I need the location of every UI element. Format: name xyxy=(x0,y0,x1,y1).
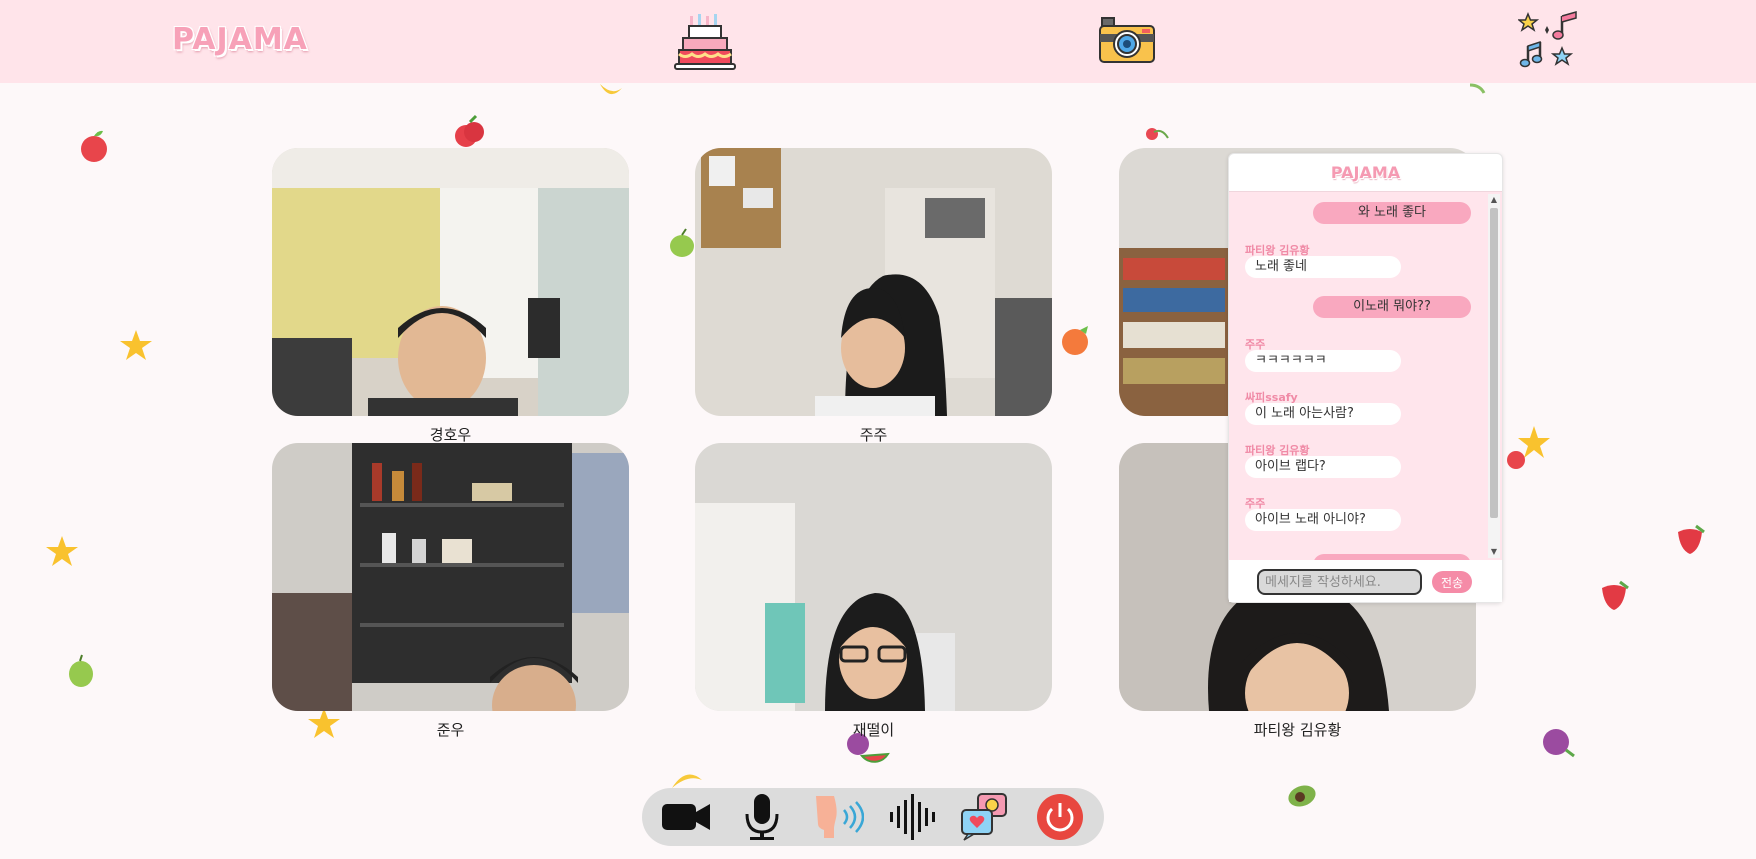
send-button[interactable]: 전송 xyxy=(1432,571,1472,593)
message-input[interactable] xyxy=(1257,569,1422,595)
other-message: 아이브 랩다? xyxy=(1245,456,1401,478)
avocado-icon xyxy=(1284,778,1320,814)
participant-name: 재떨이 xyxy=(852,721,895,739)
other-message: 이 노래 아는사람? xyxy=(1245,403,1401,425)
star-fruit-icon xyxy=(1504,424,1552,472)
top-bar: PAJAMA xyxy=(0,0,1756,83)
scroll-up-icon[interactable]: ▲ xyxy=(1488,194,1500,206)
birthday-cake-icon[interactable] xyxy=(673,10,737,72)
other-message: 아이브 노래 아니야? xyxy=(1245,509,1401,531)
star-fruit-icon xyxy=(118,328,154,364)
video-tile[interactable] xyxy=(272,443,629,711)
other-message: 노래 좋네 xyxy=(1245,256,1401,278)
voice-filter-icon[interactable] xyxy=(812,792,865,842)
control-bar xyxy=(642,788,1104,846)
chat-logo: PAJAMA xyxy=(1229,154,1502,192)
my-message: 와 노래 좋다 xyxy=(1313,202,1471,224)
banana-icon xyxy=(598,80,624,102)
video-tile[interactable] xyxy=(695,148,1052,416)
video-tile[interactable] xyxy=(695,443,1052,711)
grape-icon xyxy=(1540,724,1576,760)
microphone-icon[interactable] xyxy=(736,792,788,842)
chat-bubbles-icon[interactable] xyxy=(958,792,1010,842)
other-message: ㅋㅋㅋㅋㅋㅋ xyxy=(1245,350,1401,372)
logo[interactable]: PAJAMA xyxy=(172,22,308,57)
leaf-icon xyxy=(1468,80,1486,94)
chat-panel: PAJAMA 와 노래 좋다 파티왕 김유황 노래 좋네 이노래 뭐야?? 주주… xyxy=(1228,153,1503,603)
orange-icon xyxy=(1058,322,1094,358)
scroll-thumb[interactable] xyxy=(1490,208,1498,518)
camera-icon[interactable] xyxy=(1096,14,1158,68)
participant-name: 준우 xyxy=(436,721,465,739)
video-camera-icon[interactable] xyxy=(660,792,712,842)
chat-scrollbar[interactable]: ▲ ▼ xyxy=(1488,194,1500,558)
chat-messages[interactable]: 와 노래 좋다 파티왕 김유황 노래 좋네 이노래 뭐야?? 주주 ㅋㅋㅋㅋㅋㅋ… xyxy=(1229,192,1502,560)
music-stars-icon[interactable] xyxy=(1516,10,1580,72)
strawberry-icon xyxy=(1596,576,1632,612)
participant-name: 경호우 xyxy=(429,426,472,444)
cherry-icon xyxy=(452,114,488,150)
participant-name: 파티왕 김유황 xyxy=(1253,721,1342,739)
scroll-down-icon[interactable]: ▼ xyxy=(1488,546,1500,558)
video-tile[interactable] xyxy=(272,148,629,416)
strawberry-icon xyxy=(1672,520,1708,556)
power-icon[interactable] xyxy=(1034,792,1086,842)
star-fruit-icon xyxy=(44,534,80,570)
pear-icon xyxy=(64,654,100,690)
participant-name: 주주 xyxy=(859,426,888,444)
chat-input-area: 전송 xyxy=(1229,560,1502,602)
my-message: 이노래 뭐야?? xyxy=(1313,296,1471,318)
sound-wave-icon[interactable] xyxy=(886,792,938,842)
apple-icon xyxy=(76,128,112,164)
